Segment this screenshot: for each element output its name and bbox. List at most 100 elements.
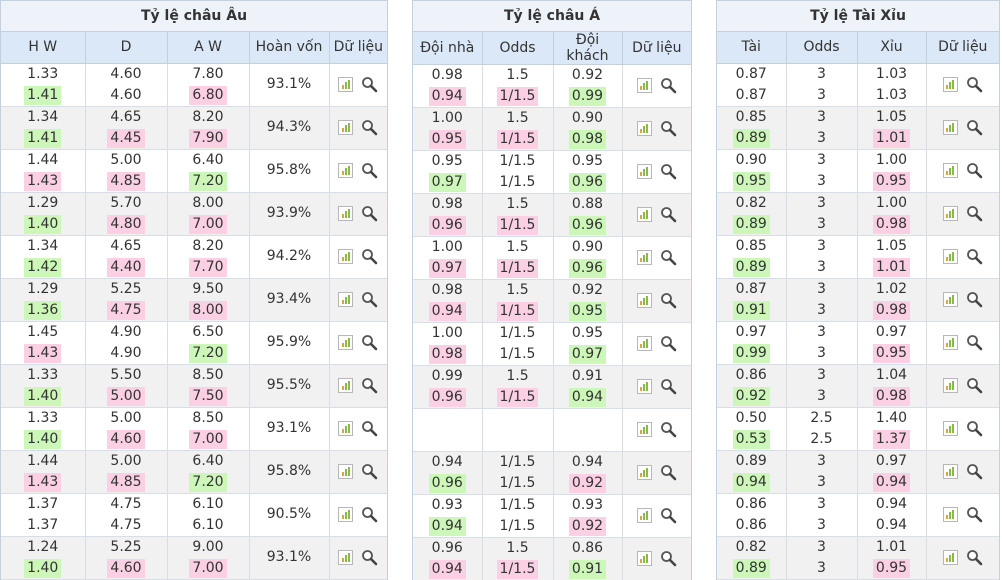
bar-chart-icon[interactable] (942, 335, 958, 350)
magnifier-icon[interactable] (966, 506, 983, 523)
odds-up-highlight: 0.98 (568, 129, 607, 149)
bar-chart-icon[interactable] (338, 206, 354, 221)
bar-chart-icon[interactable] (636, 250, 652, 265)
magnifier-icon[interactable] (361, 162, 378, 179)
bar-chart-icon[interactable] (636, 78, 652, 93)
magnifier-icon[interactable] (966, 463, 983, 480)
over-odds-opening: 0.50 (717, 408, 786, 429)
bar-chart-icon[interactable] (338, 292, 354, 307)
over-odds-current: 0.89 (717, 128, 786, 149)
bar-chart-icon[interactable] (942, 206, 958, 221)
handicap-line-opening: 1.5 (483, 237, 553, 258)
table-row: 0.86 0.92 3 3 1.04 0.98 (717, 364, 1000, 408)
bar-chart-icon[interactable] (338, 464, 354, 479)
odds-value: 5.70 (110, 194, 142, 211)
magnifier-icon[interactable] (361, 377, 378, 394)
magnifier-icon[interactable] (660, 77, 677, 94)
bar-chart-icon[interactable] (338, 163, 354, 178)
magnifier-icon[interactable] (361, 291, 378, 308)
odds-value: 1.37 (27, 495, 59, 512)
magnifier-icon[interactable] (660, 163, 677, 180)
bar-chart-icon[interactable] (636, 379, 652, 394)
bar-chart-icon[interactable] (942, 464, 958, 479)
magnifier-icon[interactable] (660, 120, 677, 137)
bar-chart-icon[interactable] (942, 507, 958, 522)
bar-chart-icon[interactable] (942, 163, 958, 178)
magnifier-icon[interactable] (361, 334, 378, 351)
magnifier-icon[interactable] (361, 420, 378, 437)
bar-chart-icon[interactable] (942, 77, 958, 92)
odds-down-highlight: 0.92 (568, 516, 607, 536)
over-odds: 0.86 0.86 (717, 493, 787, 537)
bar-chart-icon[interactable] (338, 77, 354, 92)
odds-value: 0.94 (571, 453, 604, 470)
magnifier-icon[interactable] (966, 76, 983, 93)
magnifier-icon[interactable] (660, 206, 677, 223)
handicap-line: 1/1.5 1/1.5 (482, 494, 554, 538)
table-row: 0.98 0.94 1.5 1/1.5 0.92 0.99 (413, 64, 692, 108)
magnifier-icon[interactable] (966, 248, 983, 265)
under-odds: 1.01 0.95 (857, 536, 927, 580)
bar-chart-icon[interactable] (942, 378, 958, 393)
magnifier-icon[interactable] (966, 119, 983, 136)
magnifier-icon[interactable] (660, 550, 677, 567)
magnifier-icon[interactable] (660, 292, 677, 309)
odds-comparison: Tỷ lệ châu Âu H W D A W Hoàn vốn Dữ liệu… (0, 0, 1002, 580)
bar-chart-icon[interactable] (338, 249, 354, 264)
odds-down-highlight: 1.43 (24, 343, 62, 363)
magnifier-icon[interactable] (966, 377, 983, 394)
bar-chart-icon[interactable] (636, 551, 652, 566)
magnifier-icon[interactable] (966, 205, 983, 222)
magnifier-icon[interactable] (660, 464, 677, 481)
bar-chart-icon[interactable] (636, 164, 652, 179)
magnifier-icon[interactable] (966, 334, 983, 351)
bar-chart-icon[interactable] (942, 292, 958, 307)
draw-odds-current: 4.45 (86, 128, 167, 149)
table-row: 0.95 0.97 1/1.5 1/1.5 0.95 0.96 (413, 150, 692, 194)
magnifier-icon[interactable] (966, 549, 983, 566)
bar-chart-icon[interactable] (338, 120, 354, 135)
bar-chart-icon[interactable] (338, 335, 354, 350)
magnifier-icon[interactable] (966, 291, 983, 308)
magnifier-icon[interactable] (361, 205, 378, 222)
odds-down-highlight: 4.40 (107, 257, 145, 277)
bar-chart-icon[interactable] (942, 249, 958, 264)
magnifier-icon[interactable] (660, 249, 677, 266)
bar-chart-icon[interactable] (636, 508, 652, 523)
over-odds-current: 0.99 (717, 343, 786, 364)
away-win-odds-opening: 8.20 (168, 236, 249, 257)
odds-value: 3 (817, 344, 826, 361)
magnifier-icon[interactable] (660, 378, 677, 395)
magnifier-icon[interactable] (966, 162, 983, 179)
odds-down-highlight: 4.80 (107, 214, 145, 234)
bar-chart-icon[interactable] (942, 421, 958, 436)
handicap-line: 1/1.5 1/1.5 (482, 322, 554, 366)
bar-chart-icon[interactable] (636, 121, 652, 136)
magnifier-icon[interactable] (966, 420, 983, 437)
magnifier-icon[interactable] (361, 76, 378, 93)
home-win-odds-current: 1.40 (1, 429, 85, 450)
bar-chart-icon[interactable] (942, 550, 958, 565)
bar-chart-icon[interactable] (942, 120, 958, 135)
magnifier-icon[interactable] (361, 463, 378, 480)
bar-chart-icon[interactable] (338, 421, 354, 436)
total-line-current: 3 (787, 214, 857, 235)
bar-chart-icon[interactable] (338, 378, 354, 393)
bar-chart-icon[interactable] (636, 422, 652, 437)
magnifier-icon[interactable] (660, 507, 677, 524)
magnifier-icon[interactable] (361, 506, 378, 523)
magnifier-icon[interactable] (361, 119, 378, 136)
bar-chart-icon[interactable] (338, 507, 354, 522)
odds-up-highlight: 0.97 (568, 344, 607, 364)
magnifier-icon[interactable] (660, 335, 677, 352)
bar-chart-icon[interactable] (636, 207, 652, 222)
bar-chart-icon[interactable] (636, 293, 652, 308)
magnifier-icon[interactable] (361, 248, 378, 265)
home-team-odds: 0.96 0.94 (413, 537, 483, 580)
bar-chart-icon[interactable] (338, 550, 354, 565)
bar-chart-icon[interactable] (636, 465, 652, 480)
away-team-odds: 0.95 0.97 (553, 322, 623, 366)
magnifier-icon[interactable] (660, 421, 677, 438)
bar-chart-icon[interactable] (636, 336, 652, 351)
magnifier-icon[interactable] (361, 549, 378, 566)
